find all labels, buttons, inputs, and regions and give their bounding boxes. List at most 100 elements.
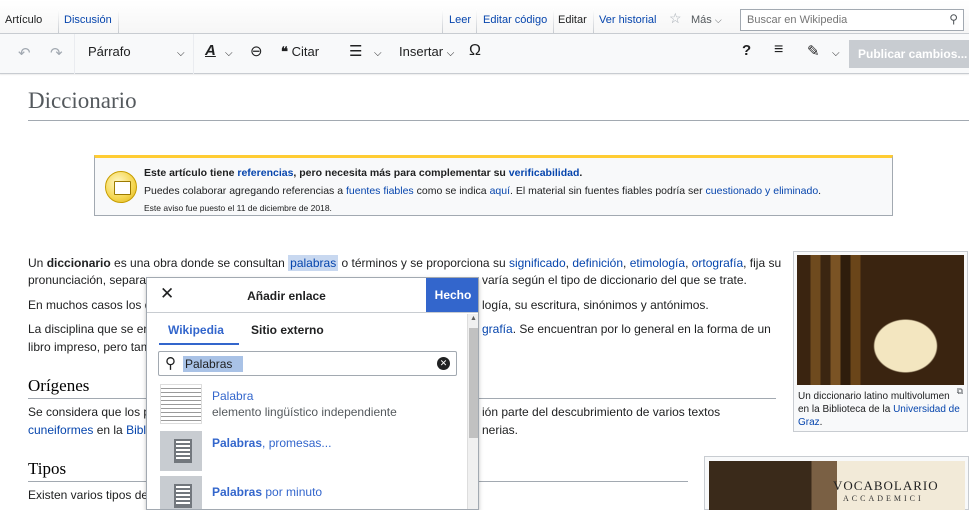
origins-line-1-tail: ión parte del descubrimiento de varios t… [482,404,720,421]
done-button[interactable]: Hecho [426,278,478,312]
tab-separator [553,9,554,33]
link-icon[interactable]: ⊖ [250,42,263,60]
body-text: en la [93,423,127,437]
definition-link[interactable]: definición [572,256,623,270]
body-text: es una obra donde se consultan [110,256,289,270]
meaning-link[interactable]: significado [509,256,566,270]
result-item-palabra[interactable]: Palabra elemento lingüístico independien… [158,383,458,426]
para-3: La disciplina que se en [28,321,150,338]
tab-article[interactable]: Artículo [5,14,42,26]
tab-history[interactable]: Ver historial [599,14,656,26]
page-title: Diccionario [28,88,137,113]
tab-wikipedia[interactable]: Wikipedia [168,323,224,337]
tab-separator [476,9,477,33]
body-text: varía según el tipo de diccionario del q… [482,273,747,287]
publish-changes-button[interactable]: Publicar cambios... [849,40,969,68]
body-text: ión parte del descubrimiento de varios t… [482,405,721,419]
tab-discussion[interactable]: Discusión [64,14,112,26]
references-notice: Este artículo tiene referencias, pero ne… [94,155,893,216]
link-search-input[interactable] [183,356,243,372]
notice-text: Puedes colaborar agregando referencias a [144,185,346,197]
verifiability-link[interactable]: verificabilidad [509,167,580,179]
dialog-header-divider [147,312,478,313]
vocabolario-image-subtitle: ACCADEMICI [843,494,924,503]
toolbar-separator [74,34,75,74]
challenged-removed-link[interactable]: cuestionado y eliminado [706,185,819,197]
redo-icon[interactable]: ↷ [50,44,63,62]
para-3-tail: grafía. Se encuentran por lo general en … [482,321,771,338]
chevron-down-icon[interactable]: ⌵ [225,48,233,59]
body-text: nerias. [482,423,519,437]
body-text: pronunciación, separac [28,273,153,287]
tab-external-site[interactable]: Sitio externo [251,323,324,337]
page-options-icon[interactable]: ≡ [774,41,783,59]
origins-line-1: Se considera que los p [28,404,150,421]
scrollbar-thumb[interactable] [469,328,478,438]
tab-separator [442,9,443,33]
dictionary-books-image[interactable] [797,255,964,385]
notice-text: Este artículo tiene [144,167,238,179]
body-text: Existen varios tipos de [28,488,149,502]
scroll-up-icon[interactable]: ▲ [470,315,477,322]
body-text: La disciplina que se en [28,322,151,336]
intro-line-2: pronunciación, separac [28,272,152,289]
result-item-palabras-promesas[interactable]: Palabras, promesas... [158,430,458,473]
para-2-tail: logía, su escritura, sinónimos y antónim… [482,297,709,314]
watch-star-icon[interactable]: ☆ [669,10,682,27]
pencil-icon[interactable]: ✎ [807,42,820,60]
search-icon[interactable]: ⚲ [949,12,958,26]
tab-separator [58,9,59,33]
body-text: logía, su escritura, sinónimos y antónim… [482,298,709,312]
etymology-link[interactable]: etimología [630,256,685,270]
tab-read[interactable]: Leer [449,14,471,26]
here-link[interactable]: aquí [490,185,510,197]
link-search-box: ⚲ ✕ [158,351,457,376]
chevron-down-icon: ⌵ [446,48,455,59]
notice-text: . [579,167,583,179]
result-description: elemento lingüístico independiente [212,405,397,419]
result-title-rest: , promesas... [262,436,332,450]
list-icon[interactable]: ☰ [349,42,362,60]
notice-text: como se indica [413,185,490,197]
insert-label: Insertar [399,44,444,59]
references-link[interactable]: referencias [237,167,293,179]
search-input[interactable] [741,10,931,30]
more-menu[interactable]: Más ⌵ [691,14,722,26]
chevron-down-icon[interactable]: ⌵ [177,48,185,59]
reliable-sources-link[interactable]: fuentes fiables [346,185,414,197]
text-style-icon[interactable]: A [205,42,216,59]
thumbnail-latin-dictionary: ⧉ Un diccionario latino multivolumen en … [793,251,968,432]
para-3-line-2: libro impreso, pero tam [28,339,151,356]
tab-edit-source[interactable]: Editar código [483,14,547,26]
help-button[interactable]: ? [742,42,751,59]
notice-date: Este aviso fue puesto el 11 de diciembre… [144,203,332,213]
body-text: , fija su [743,256,782,270]
page-tabs-bar: Artículo Discusión Leer Editar código Ed… [0,0,969,34]
heading-origins: Orígenes [28,376,90,395]
results-scrollbar[interactable]: ▲ [467,314,478,509]
selected-word-palabras[interactable]: palabras [288,255,339,271]
toolbar-separator [193,34,194,74]
result-item-palabras-por-minuto[interactable]: Palabras por minuto [158,475,458,509]
orthography-link[interactable]: grafía [482,322,513,336]
chevron-down-icon[interactable]: ⌵ [832,48,840,59]
page-placeholder-icon [160,476,202,509]
body-text: Un [28,256,47,270]
separator: , [623,256,630,270]
cuneiform-link[interactable]: cuneiformes [28,423,93,437]
separator: , [685,256,692,270]
special-character-icon[interactable]: Ω [469,42,481,60]
quote-icon: ❝ [281,44,288,59]
orthography-link[interactable]: ortografía [692,256,743,270]
body-text: Se considera que los p [28,405,151,419]
clear-icon[interactable]: ✕ [437,357,450,370]
undo-icon[interactable]: ↶ [18,44,31,62]
notice-text: . [818,185,822,197]
chevron-down-icon[interactable]: ⌵ [374,48,382,59]
tab-edit[interactable]: Editar [558,14,587,26]
cite-button[interactable]: ❝ Citar [281,44,319,60]
paragraph-format-dropdown[interactable]: Párrafo [88,44,131,59]
search-box: ⚲ [740,9,964,31]
intro-line-2-tail: varía según el tipo de diccionario del q… [482,272,747,289]
insert-menu[interactable]: Insertar ⌵ [399,44,454,59]
